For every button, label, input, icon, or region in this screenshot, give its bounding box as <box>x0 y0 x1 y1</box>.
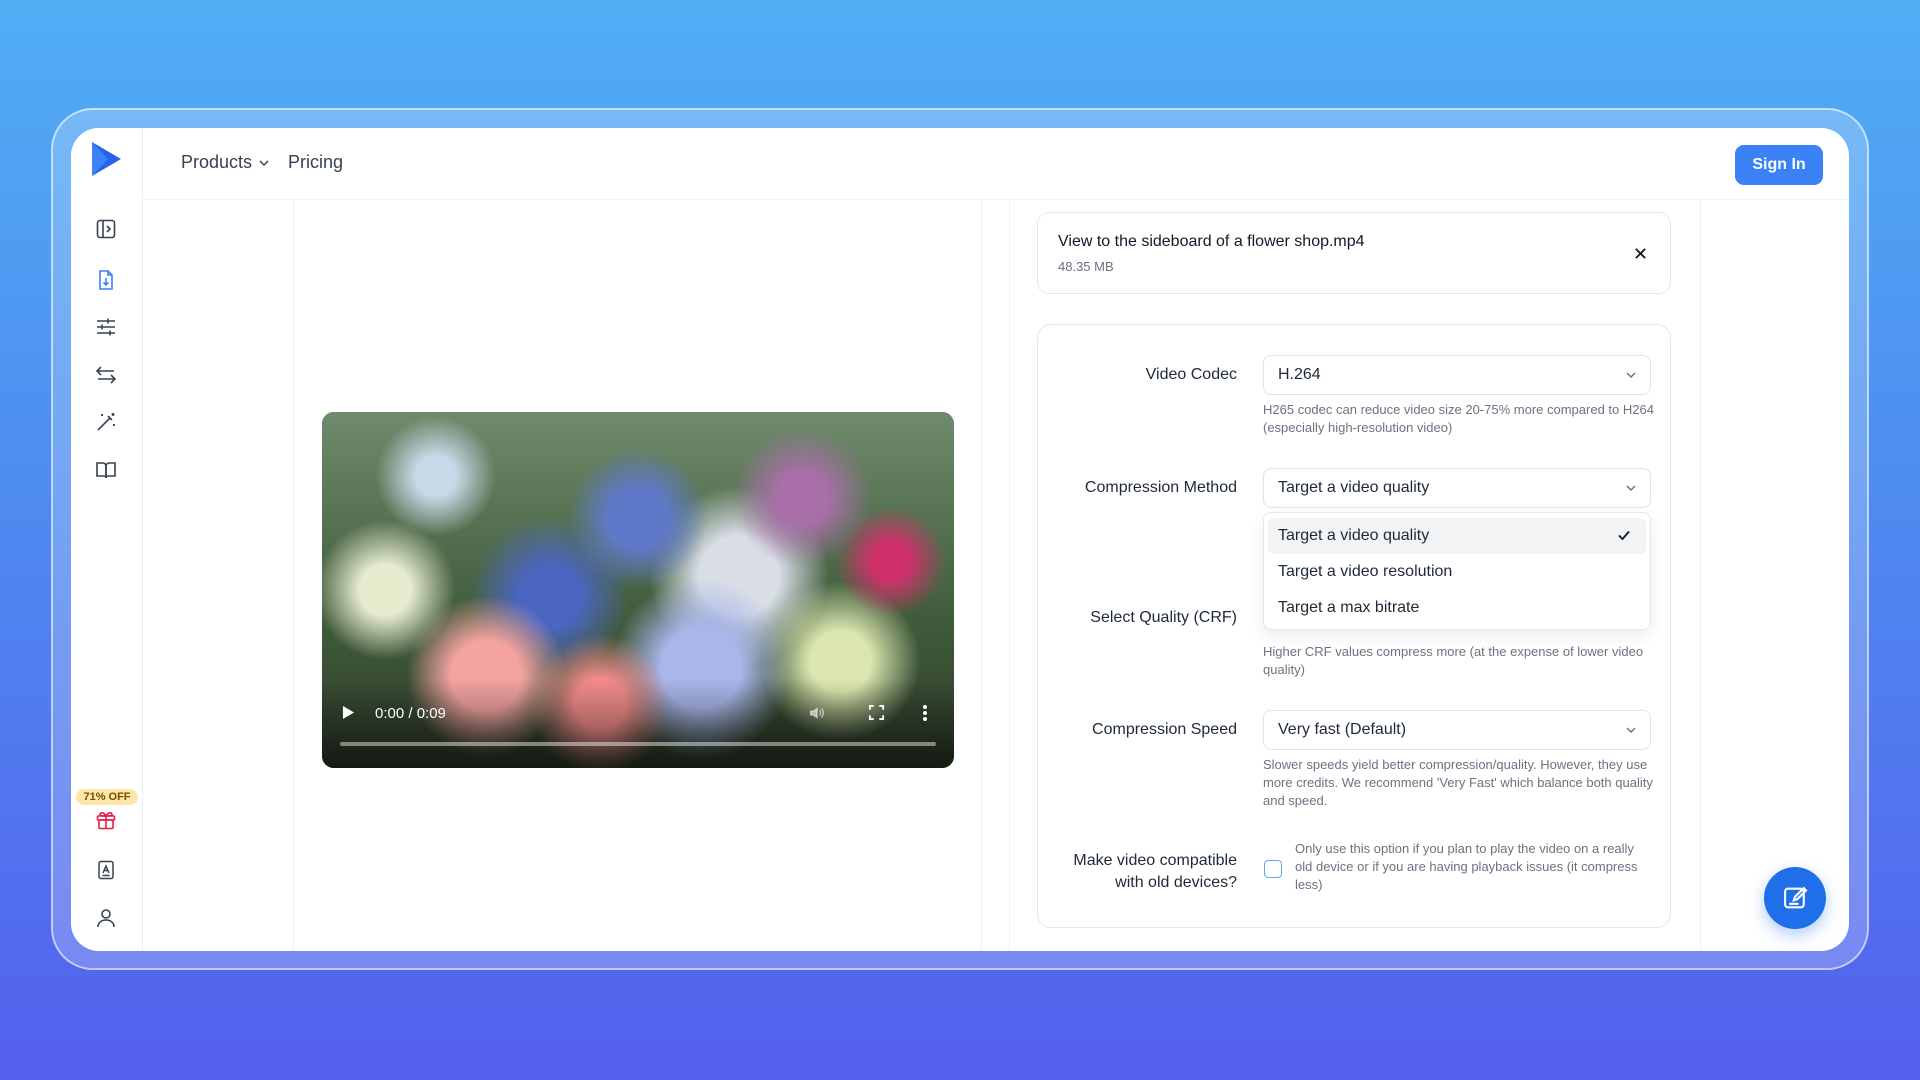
sidebar: 71% OFF <box>71 128 143 951</box>
file-name: View to the sideboard of a flower shop.m… <box>1058 233 1365 250</box>
option-target-video-resolution[interactable]: Target a video resolution <box>1264 554 1650 590</box>
compatibility-label-line2: with old devices? <box>1115 874 1237 891</box>
compatibility-label-line1: Make video compatible <box>1073 852 1237 869</box>
magic-wand-icon[interactable] <box>92 408 120 436</box>
swap-icon[interactable] <box>92 361 120 389</box>
option-target-video-quality[interactable]: Target a video quality <box>1268 518 1646 554</box>
checkmark-icon <box>1618 530 1630 541</box>
document-icon[interactable] <box>92 856 120 884</box>
nav-products-label: Products <box>181 152 253 172</box>
video-codec-help: H265 codec can reduce video size 20-75% … <box>1263 402 1654 435</box>
nav-products[interactable]: Products <box>181 152 270 173</box>
video-codec-select[interactable]: H.264 <box>1263 355 1651 395</box>
logo-icon[interactable] <box>88 139 124 179</box>
book-icon[interactable] <box>92 456 120 484</box>
video-player[interactable]: 0:00 / 0:09 <box>322 412 954 768</box>
user-icon[interactable] <box>92 904 120 932</box>
fullscreen-icon[interactable] <box>868 704 885 725</box>
chevron-down-icon <box>1626 727 1636 734</box>
option-target-max-bitrate[interactable]: Target a max bitrate <box>1264 590 1650 626</box>
more-options-icon[interactable] <box>922 704 928 726</box>
video-time: 0:00 / 0:09 <box>375 705 446 722</box>
chevron-down-icon <box>259 159 269 166</box>
compression-method-value: Target a video quality <box>1278 479 1430 496</box>
file-card: View to the sideboard of a flower shop.m… <box>1037 212 1671 294</box>
sign-in-button[interactable]: Sign In <box>1735 145 1823 185</box>
compression-speed-select[interactable]: Very fast (Default) <box>1263 710 1651 750</box>
quality-crf-label: Select Quality (CRF) <box>1090 609 1237 626</box>
file-compress-icon[interactable] <box>92 266 120 294</box>
nav-pricing[interactable]: Pricing <box>288 152 343 173</box>
feedback-button[interactable] <box>1764 867 1826 929</box>
video-codec-label: Video Codec <box>1145 366 1237 383</box>
volume-icon[interactable] <box>808 704 826 726</box>
chevron-down-icon <box>1626 372 1636 379</box>
play-icon[interactable] <box>342 705 355 724</box>
compatibility-label: Make video compatible with old devices? <box>1073 850 1237 894</box>
compatibility-help: Only use this option if you plan to play… <box>1295 841 1638 892</box>
option-label: Target a video quality <box>1278 527 1430 544</box>
chevron-down-icon <box>1626 485 1636 492</box>
sliders-icon[interactable] <box>92 313 120 341</box>
compression-speed-label: Compression Speed <box>1092 721 1237 738</box>
file-size: 48.35 MB <box>1058 259 1114 274</box>
compression-method-label: Compression Method <box>1084 479 1237 496</box>
close-icon[interactable] <box>1630 243 1650 263</box>
option-label: Target a max bitrate <box>1278 599 1420 616</box>
nav-pricing-label: Pricing <box>288 152 344 172</box>
compression-method-dropdown: Target a video quality Target a video re… <box>1263 512 1651 630</box>
video-progress-bar[interactable] <box>340 742 936 746</box>
edit-icon <box>1784 886 1808 909</box>
compression-method-select[interactable]: Target a video quality <box>1263 468 1651 508</box>
video-codec-value: H.264 <box>1278 366 1321 383</box>
gift-icon[interactable] <box>92 806 120 834</box>
quality-crf-help: Higher CRF values compress more (at the … <box>1263 644 1644 677</box>
option-label: Target a video resolution <box>1278 563 1453 580</box>
top-nav: Products Pricing Sign In <box>143 128 1849 200</box>
compatibility-checkbox[interactable] <box>1264 860 1282 878</box>
compression-speed-help: Slower speeds yield better compression/q… <box>1263 757 1653 808</box>
compression-speed-value: Very fast (Default) <box>1278 721 1407 738</box>
sidebar-toggle-icon[interactable] <box>92 215 120 243</box>
promo-badge[interactable]: 71% OFF <box>76 789 138 805</box>
video-controls-shade <box>322 678 954 768</box>
